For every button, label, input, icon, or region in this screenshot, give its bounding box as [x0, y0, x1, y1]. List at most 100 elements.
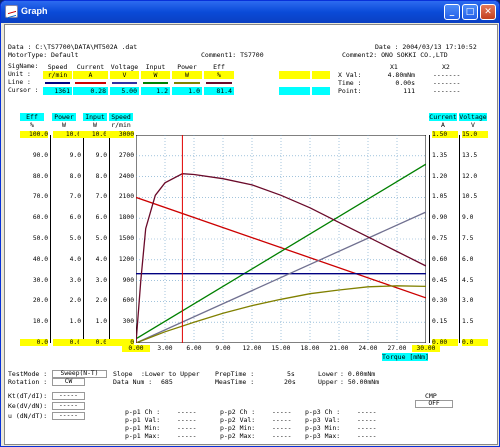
axis-tick-label: 10.5 — [462, 193, 478, 201]
axis-tick-label: 0.0 — [462, 339, 488, 346]
legend-signal-unit: W — [141, 71, 170, 79]
axis-tick-label: 8.0 — [69, 172, 81, 180]
preptime-value: 5s — [287, 370, 295, 378]
axis-tick-label: 3.0 — [95, 276, 107, 284]
datanum-label: Data Num : — [113, 378, 153, 386]
axis-tick-label: 50.0 — [32, 235, 48, 242]
axis-tick-label: 1.20 — [432, 172, 448, 180]
x-tick-label: 6.00 — [186, 345, 202, 352]
minimize-button[interactable]: _ — [444, 4, 460, 20]
pp-value: ----- — [177, 432, 197, 440]
title-bar[interactable]: Graph _ □ ✕ — [1, 1, 499, 23]
axis-tick-label: 0.30 — [432, 297, 448, 305]
axis-tick-label: 1800 — [118, 214, 134, 222]
slope-value: :Lower to Upper — [141, 370, 200, 378]
legend-signal-name: Input — [145, 63, 166, 71]
x-tick-label: 21.00 — [329, 345, 349, 352]
lower-label: Lower — [318, 370, 338, 378]
axis-tick-label: 0.75 — [432, 235, 448, 242]
cmp-label: CMP — [425, 392, 437, 400]
pp-value: ----- — [272, 432, 292, 440]
axis-tick-label: 2.0 — [69, 297, 81, 305]
axis-header-name: Input — [83, 113, 107, 121]
pp-value: ----- — [177, 424, 197, 432]
axis-tick-label: 8.0 — [95, 172, 107, 180]
plot-area[interactable] — [136, 135, 426, 343]
comment1-label: Comment1: TS7700 — [201, 51, 264, 59]
axis-tick-label: 4.5 — [462, 276, 474, 284]
pp-value: ----- — [357, 408, 377, 416]
rotation-label: Rotation : — [8, 378, 48, 386]
data-file-label: Data : C:\TS7700\DATA\MT502A .dat — [8, 43, 138, 51]
maximize-button[interactable]: □ — [462, 4, 478, 20]
axis-tick-label: 4.0 — [69, 255, 81, 263]
axis-tick-label: 4.0 — [95, 255, 107, 263]
legend-cursor-value: 5.00 — [110, 87, 139, 95]
unit-row-label: Unit : — [8, 71, 31, 78]
axis-tick-label: 1.0 — [69, 318, 81, 326]
axis-tick-label: 1.05 — [432, 193, 448, 201]
x-tick-label: 3.00 — [157, 345, 173, 352]
time-label: Time : — [338, 79, 362, 87]
comment2-label: Comment2: ONO SOKKI CO.,LTD — [342, 51, 448, 59]
x1-header: X1 — [390, 63, 398, 71]
x-axis-label: Torque [mNm] — [382, 353, 428, 361]
axis-tick-label: 9.0 — [95, 151, 107, 159]
motortype-label: MotorType: Default — [8, 51, 79, 59]
axis-tick-label: 1.35 — [432, 151, 448, 159]
lower-value: : 0.00mNm — [340, 370, 376, 378]
pp-label: p-p2 Min: — [220, 424, 256, 432]
meastime-value: 20s — [284, 378, 296, 386]
upper-value: : 50.00mNm — [340, 378, 380, 386]
axis-tick-label: 2700 — [118, 151, 134, 159]
graph-app-icon — [5, 5, 18, 18]
legend-signal-unit: W — [172, 71, 202, 79]
axis-header-unit: W — [93, 121, 97, 129]
axis-header-unit: V — [471, 121, 475, 129]
axis-tick-label: 12.0 — [462, 172, 478, 180]
time-value: 0.00s — [395, 79, 415, 87]
axis-tick-label: 13.5 — [462, 151, 478, 159]
axis-tick-label: 20.0 — [32, 297, 48, 305]
x-tick-label: 15.00 — [271, 345, 291, 352]
point-x2-value: ------- — [433, 87, 461, 95]
line-row-label: Line : — [8, 79, 31, 86]
datanum-value: 685 — [161, 378, 173, 386]
testmode-label: TestMode : — [8, 370, 48, 378]
axis-tick-label: 7.0 — [95, 193, 107, 201]
axis-tick-label: 0.0 — [20, 339, 48, 346]
pp-label: p-p2 Ch : — [220, 408, 256, 416]
axis-header-name: Speed — [109, 113, 133, 121]
axis-tick-label: 2100 — [118, 193, 134, 201]
axis-tick-label: 0.0 — [79, 339, 107, 346]
axis-tick-label: 0.15 — [432, 318, 448, 326]
axis-tick-label: 900 — [122, 276, 134, 284]
legend-cursor-value: 81.4 — [204, 87, 234, 95]
x2-header: X2 — [442, 63, 450, 71]
axis-tick-label: 100.0 — [20, 131, 48, 138]
axis-tick-label: 5.0 — [95, 235, 107, 242]
graph-window: Graph _ □ ✕ Data : C:\TS7700\DATA\MT502A… — [0, 0, 500, 447]
axis-line — [50, 135, 51, 343]
axis-line — [459, 135, 460, 343]
axis-tick-label: 1200 — [118, 255, 134, 263]
pp-value: ----- — [272, 416, 292, 424]
pp-value: ----- — [357, 432, 377, 440]
axis-tick-label: 600 — [122, 297, 134, 305]
axis-tick-label: 6.0 — [95, 214, 107, 222]
axis-tick-label: 7.5 — [462, 235, 474, 242]
pp-label: p-p3 Max: — [305, 432, 341, 440]
close-button[interactable]: ✕ — [480, 4, 496, 20]
legend-signal-unit: A — [73, 71, 108, 79]
pp-label: p-p2 Max: — [220, 432, 256, 440]
kt-field: ----- — [52, 392, 85, 400]
pp-label: p-p1 Ch : — [125, 408, 161, 416]
point-label: Point: — [338, 87, 362, 95]
legend-empty-cursor-b — [312, 87, 330, 95]
axis-tick-label: 9.0 — [69, 151, 81, 159]
date-label: Date : 2004/03/13 17:10:52 — [375, 43, 477, 51]
axis-tick-label: 0.45 — [432, 276, 448, 284]
axis-tick-label: 7.0 — [69, 193, 81, 201]
axis-tick-label: 9.0 — [462, 214, 474, 222]
pp-value: ----- — [357, 416, 377, 424]
